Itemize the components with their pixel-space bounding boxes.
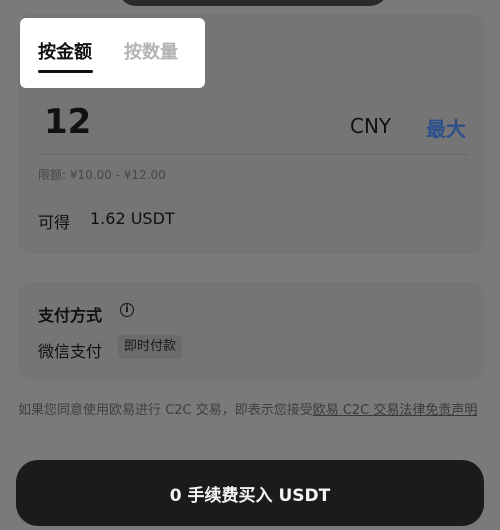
payment-method[interactable]: 微信支付 xyxy=(38,338,102,362)
top-pill xyxy=(118,0,388,6)
receive-value: 1.62 USDT xyxy=(90,209,175,228)
amount-input[interactable]: 12 xyxy=(44,102,91,142)
disclaimer-link[interactable]: 欧易 C2C 交易法律免责声明 xyxy=(313,403,478,418)
info-icon[interactable]: i xyxy=(120,303,134,317)
tab-underline xyxy=(38,70,93,73)
disclaimer: 如果您同意使用欧易进行 C2C 交易，即表示您接受欧易 C2C 交易法律免责声明 xyxy=(18,400,488,422)
divider xyxy=(38,154,468,155)
limit-text: 限额: ¥10.00 - ¥12.00 xyxy=(38,168,166,182)
max-button[interactable]: 最大 xyxy=(426,113,466,142)
payment-badge: 即时付款 xyxy=(118,335,183,359)
currency-label: CNY xyxy=(350,114,392,138)
payment-card xyxy=(18,282,484,380)
disclaimer-text: 如果您同意使用欧易进行 C2C 交易，即表示您接受 xyxy=(18,403,313,418)
buy-button[interactable]: 0 手续费买入 USDT xyxy=(16,460,484,526)
payment-title: 支付方式 xyxy=(38,306,103,325)
tab-by-quantity[interactable]: 按数量 xyxy=(124,38,178,64)
tab-by-amount[interactable]: 按金额 xyxy=(38,38,92,64)
receive-label: 可得 xyxy=(38,213,71,232)
